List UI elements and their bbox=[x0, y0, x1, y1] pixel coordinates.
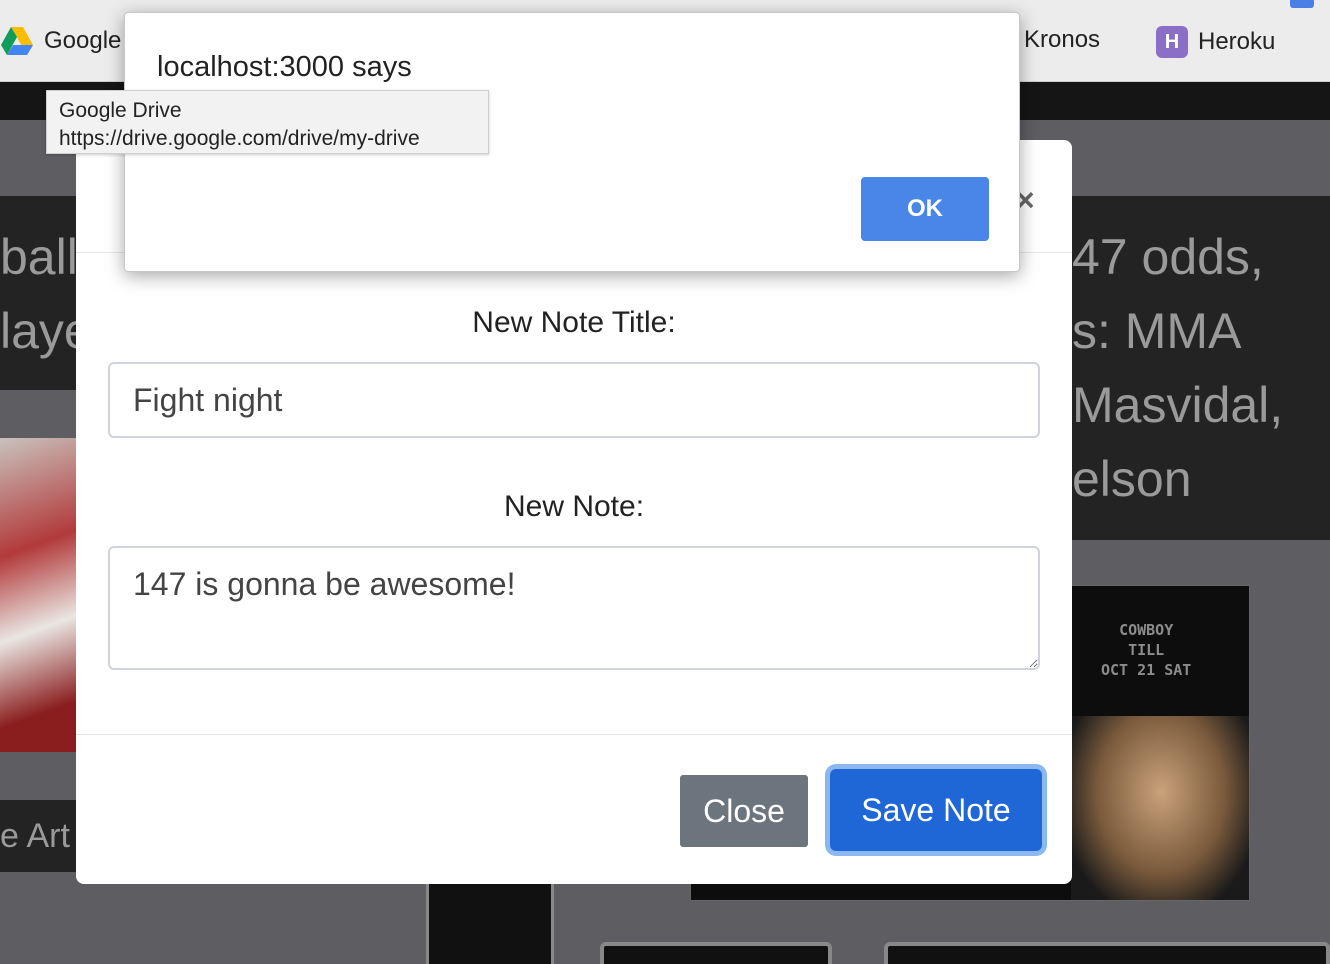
poster-line: COWBOY bbox=[1119, 621, 1174, 639]
page-column bbox=[426, 884, 554, 964]
alert-ok-button[interactable]: OK bbox=[861, 177, 989, 241]
article-title-right: 47 odds, s: MMA Masvidal, elson bbox=[1070, 220, 1330, 516]
article-title-line: elson bbox=[1072, 451, 1192, 507]
note-title-input[interactable] bbox=[108, 362, 1040, 438]
article-title-line: 47 odds, bbox=[1072, 229, 1264, 285]
alert-title: localhost:3000 says bbox=[157, 51, 412, 83]
article-image-football bbox=[0, 438, 78, 752]
heroku-icon: H bbox=[1156, 26, 1188, 58]
article-title-line: ball' bbox=[0, 229, 80, 285]
google-drive-icon bbox=[1, 27, 33, 55]
tooltip-title: Google Drive bbox=[59, 99, 182, 122]
poster-text: COWBOY TILL OCT 21 SAT bbox=[1101, 620, 1191, 680]
article-title-line: laye bbox=[0, 303, 80, 359]
card-stub bbox=[884, 942, 1330, 964]
close-button[interactable]: Close bbox=[680, 775, 808, 847]
poster-line: TILL bbox=[1128, 641, 1165, 659]
article-title-left: ball' laye bbox=[0, 220, 80, 368]
note-body-textarea[interactable]: 147 is gonna be awesome! bbox=[108, 546, 1040, 670]
tab-indicator bbox=[1290, 0, 1314, 8]
article-title-line: Masvidal, bbox=[1072, 377, 1284, 433]
tooltip-url: https://drive.google.com/drive/my-drive bbox=[59, 127, 420, 150]
bookmark-google-drive[interactable]: Google bbox=[0, 26, 121, 56]
fighter-figure bbox=[1071, 716, 1249, 900]
bookmark-label: Kronos bbox=[1024, 26, 1101, 53]
bookmark-label: Heroku bbox=[1198, 28, 1276, 55]
bookmark-heroku[interactable]: H Heroku bbox=[1156, 26, 1275, 58]
note-body-label: New Note: bbox=[503, 490, 645, 523]
bookmark-label: Google bbox=[44, 27, 122, 54]
article-section-label: e Art bbox=[0, 800, 80, 872]
bookmark-tooltip: Google Drive https://drive.google.com/dr… bbox=[46, 90, 489, 154]
note-title-label: New Note Title: bbox=[472, 306, 676, 339]
card-stub bbox=[600, 942, 832, 964]
save-note-button[interactable]: Save Note bbox=[830, 769, 1042, 851]
poster-line: OCT 21 SAT bbox=[1101, 661, 1192, 679]
modal-footer: Close Save Note bbox=[76, 734, 1072, 884]
article-title-line: s: MMA bbox=[1072, 303, 1242, 359]
